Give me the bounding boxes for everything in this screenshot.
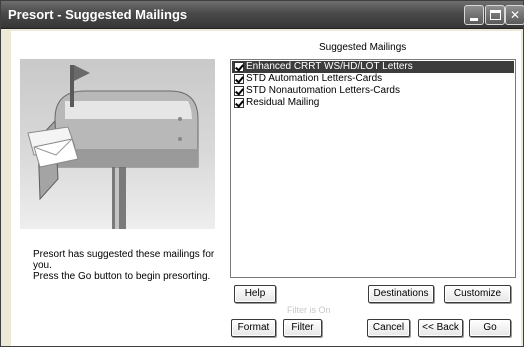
cancel-button[interactable]: Cancel [367, 319, 410, 337]
back-button[interactable]: << Back [418, 319, 463, 337]
mailbox-illustration [20, 59, 215, 229]
suggested-mailings-list[interactable]: Enhanced CRRT WS/HD/LOT Letters STD Auto… [230, 59, 516, 278]
filter-button[interactable]: Filter [283, 319, 322, 337]
close-icon[interactable]: ✕ [505, 5, 524, 25]
instruction-text: Presort has suggested these mailings for… [33, 249, 223, 282]
list-item[interactable]: Residual Mailing [232, 97, 514, 109]
destinations-button[interactable]: Destinations [368, 285, 434, 303]
format-button[interactable]: Format [231, 319, 276, 337]
checkbox[interactable] [234, 74, 244, 84]
go-button[interactable]: Go [469, 319, 511, 337]
maximize-icon[interactable] [485, 5, 505, 25]
mailbox-icon [27, 65, 199, 229]
list-item[interactable]: STD Automation Letters-Cards [232, 73, 514, 85]
caption-line-2: Press the Go button to begin presorting. [33, 271, 211, 282]
caption-line-1: Presort has suggested these mailings for… [33, 249, 215, 271]
checkbox[interactable] [234, 98, 244, 108]
filter-status: Filter is On [287, 305, 331, 315]
title-bar[interactable]: Presort - Suggested Mailings ✕ [1, 1, 524, 29]
list-item[interactable]: STD Nonautomation Letters-Cards [232, 85, 514, 97]
list-item[interactable]: Enhanced CRRT WS/HD/LOT Letters [232, 61, 514, 73]
presort-window: Presort - Suggested Mailings ✕ Presort h… [0, 0, 524, 347]
list-heading: Suggested Mailings [319, 42, 407, 53]
checkbox[interactable] [234, 86, 244, 96]
help-button[interactable]: Help [234, 285, 276, 303]
checkbox[interactable] [234, 62, 244, 72]
list-item-label: STD Nonautomation Letters-Cards [246, 85, 400, 96]
list-item-label: Enhanced CRRT WS/HD/LOT Letters [246, 61, 413, 72]
customize-button[interactable]: Customize [444, 285, 511, 303]
list-item-label: STD Automation Letters-Cards [246, 73, 383, 84]
minimize-icon[interactable] [464, 5, 484, 25]
window-title: Presort - Suggested Mailings [8, 7, 188, 22]
list-item-label: Residual Mailing [246, 97, 320, 108]
